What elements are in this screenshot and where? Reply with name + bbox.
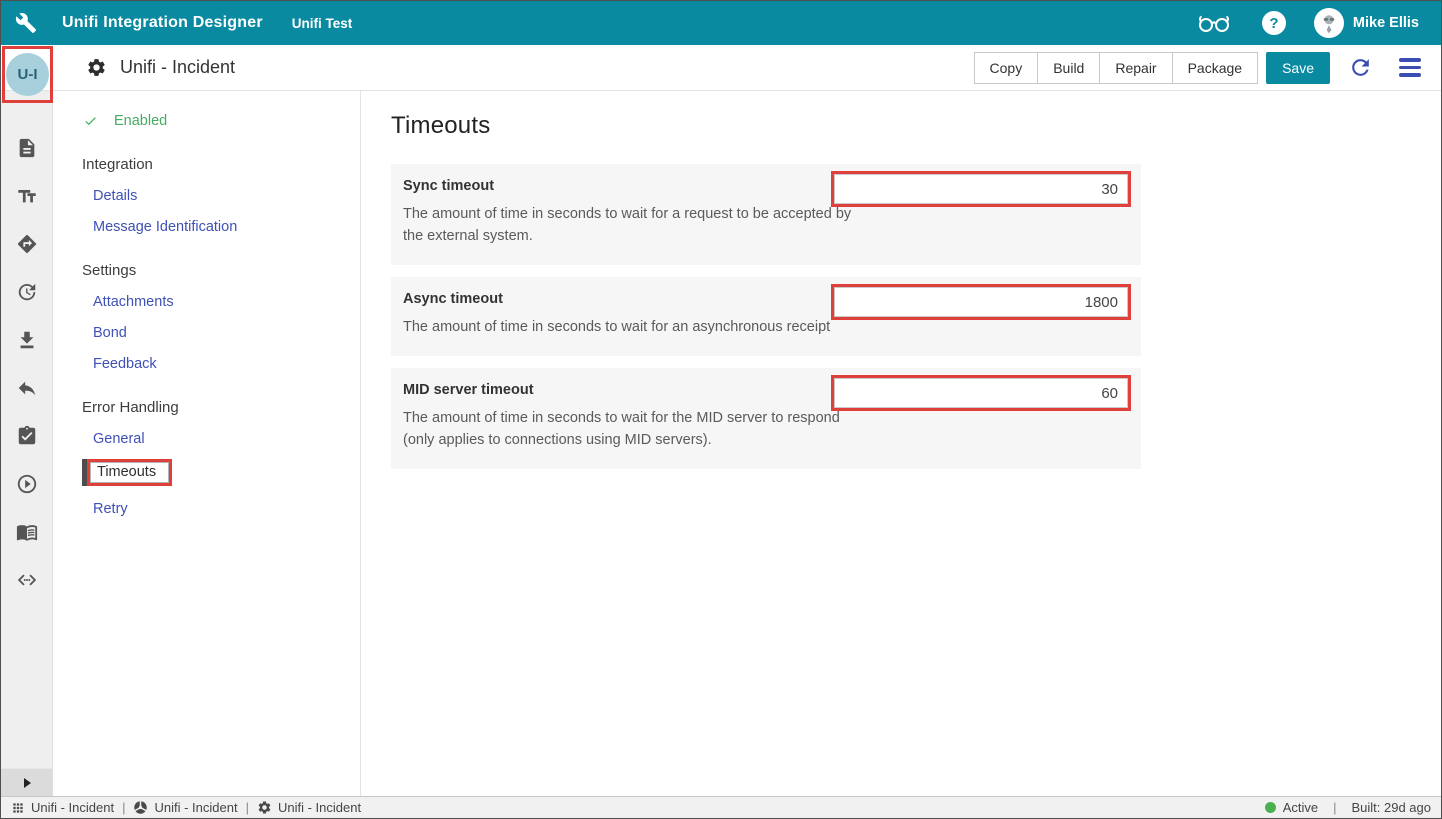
document-icon[interactable] (16, 137, 38, 159)
integration-avatar-annotation-box: U-I (2, 46, 53, 103)
nav-item-general[interactable]: General (82, 431, 360, 447)
async-timeout-annotation-box (831, 284, 1131, 320)
download-icon[interactable] (16, 329, 38, 351)
sync-timeout-description: The amount of time in seconds to wait fo… (403, 203, 873, 247)
separator: | (246, 800, 249, 815)
repair-button[interactable]: Repair (1099, 52, 1172, 84)
active-status-icon (1265, 802, 1276, 813)
content-title: Timeouts (391, 112, 1441, 140)
nav-item-retry[interactable]: Retry (82, 501, 360, 517)
package-button[interactable]: Package (1172, 52, 1258, 84)
left-icon-rail (1, 91, 53, 796)
app-window: Unifi Integration Designer Unifi Test ? (0, 0, 1442, 819)
settings-nav-panel: Enabled Integration Details Message Iden… (53, 91, 361, 796)
async-timeout-input[interactable] (834, 287, 1128, 317)
async-timeout-card: Async timeout The amount of time in seco… (391, 277, 1141, 356)
play-circle-icon[interactable] (16, 473, 38, 495)
gear-icon (257, 800, 272, 815)
timeouts-annotation-box[interactable]: Timeouts (87, 459, 172, 486)
action-button-group: Copy Build Repair Package (974, 52, 1259, 84)
mid-server-timeout-annotation-box (831, 375, 1131, 411)
app-title: Unifi Integration Designer (62, 14, 263, 32)
user-avatar-icon (1314, 8, 1344, 38)
built-ago-label: Built: 29d ago (1351, 800, 1431, 815)
sync-timeout-input[interactable] (834, 174, 1128, 204)
sync-timeout-card: Sync timeout The amount of time in secon… (391, 164, 1141, 265)
nav-item-feedback[interactable]: Feedback (82, 356, 360, 372)
refresh-icon[interactable] (1348, 55, 1373, 80)
separator: | (122, 800, 125, 815)
statusbar-app-link-1[interactable]: Unifi - Incident (11, 800, 114, 815)
preview-glasses-icon[interactable] (1196, 11, 1232, 35)
nav-section-settings: Settings (82, 262, 360, 279)
grid-icon (11, 801, 25, 815)
code-icon[interactable] (16, 569, 38, 591)
async-timeout-description: The amount of time in seconds to wait fo… (403, 316, 873, 338)
hamburger-menu-icon[interactable] (1399, 58, 1421, 77)
check-icon (82, 114, 99, 128)
enabled-label: Enabled (114, 113, 167, 129)
statusbar-app-link-2[interactable]: Unifi - Incident (133, 800, 237, 815)
user-menu[interactable]: Mike Ellis (1314, 8, 1419, 38)
status-bar: Unifi - Incident | Unifi - Incident | Un… (1, 796, 1441, 818)
clipboard-check-icon[interactable] (16, 425, 38, 447)
help-icon[interactable]: ? (1262, 11, 1286, 35)
expand-rail-button[interactable] (1, 768, 52, 796)
update-history-icon[interactable] (16, 281, 38, 303)
nav-section-integration: Integration (82, 156, 360, 173)
top-header-bar: Unifi Integration Designer Unifi Test ? (1, 1, 1441, 45)
statusbar-app-link-3[interactable]: Unifi - Incident (257, 800, 361, 815)
mid-server-timeout-input[interactable] (834, 378, 1128, 408)
nav-item-attachments[interactable]: Attachments (82, 294, 360, 310)
page-title: Unifi - Incident (120, 57, 235, 78)
copy-button[interactable]: Copy (974, 52, 1039, 84)
integration-avatar[interactable]: U-I (6, 53, 49, 96)
sync-timeout-annotation-box (831, 171, 1131, 207)
main-content: Timeouts Sync timeout The amount of time… (361, 91, 1441, 796)
enabled-status[interactable]: Enabled (82, 113, 360, 129)
nav-item-message-identification[interactable]: Message Identification (82, 219, 360, 235)
build-button[interactable]: Build (1037, 52, 1100, 84)
wrench-logo-icon (15, 12, 37, 34)
mid-server-timeout-description: The amount of time in seconds to wait fo… (403, 407, 873, 451)
text-fields-icon[interactable] (16, 185, 38, 207)
save-button[interactable]: Save (1266, 52, 1330, 84)
integration-header-bar: Unifi - Incident Copy Build Repair Packa… (1, 45, 1441, 91)
nav-item-details[interactable]: Details (82, 188, 360, 204)
environment-label[interactable]: Unifi Test (292, 16, 353, 31)
reply-icon[interactable] (16, 377, 38, 399)
directions-icon[interactable] (16, 233, 38, 255)
user-name: Mike Ellis (1353, 15, 1419, 31)
separator: | (1333, 800, 1336, 815)
nav-section-error-handling: Error Handling (82, 399, 360, 416)
mid-server-timeout-card: MID server timeout The amount of time in… (391, 368, 1141, 469)
nav-item-timeouts-active[interactable]: Timeouts (82, 459, 360, 486)
active-status-label: Active (1283, 800, 1318, 815)
documentation-book-icon[interactable] (16, 521, 38, 543)
integration-gear-icon (86, 57, 107, 78)
wheel-icon (133, 800, 148, 815)
nav-item-bond[interactable]: Bond (82, 325, 360, 341)
